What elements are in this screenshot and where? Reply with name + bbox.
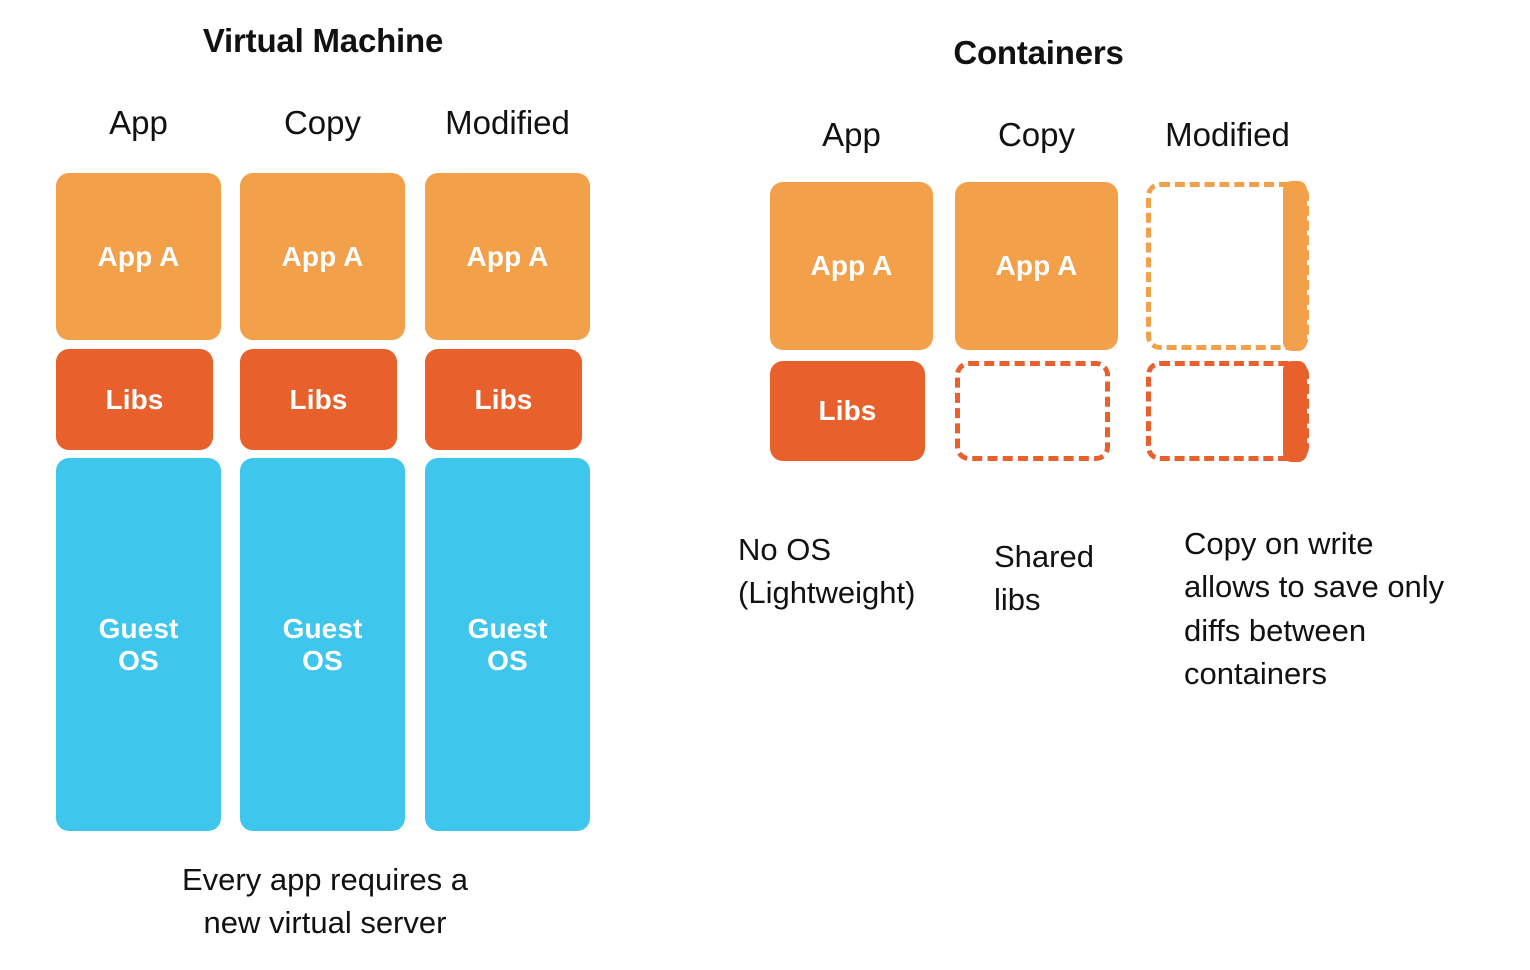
containers-caption-cow-line2: allows to save only bbox=[1184, 569, 1445, 605]
vm-column-label-copy: Copy bbox=[283, 104, 362, 141]
vm-caption-line2: new virtual server bbox=[203, 905, 447, 941]
containers-col3-app-diff-strip bbox=[1283, 181, 1307, 351]
containers-caption-no-os-line2: (Lightweight) bbox=[738, 575, 916, 611]
vm-column-label-app: App bbox=[109, 104, 168, 141]
vm-col1-libs-label: Libs bbox=[105, 383, 164, 415]
containers-col1-app-block: App A bbox=[770, 182, 933, 350]
containers-col1-libs-block: Libs bbox=[770, 361, 925, 461]
containers-col2-app-label: App A bbox=[995, 250, 1078, 282]
vm-col3-guest-os-line2: OS bbox=[487, 644, 528, 676]
vm-col1-guest-os-line2: OS bbox=[118, 644, 159, 676]
vm-col1-app-block: App A bbox=[56, 173, 221, 340]
vm-col2-guest-os-line1: Guest bbox=[282, 613, 363, 645]
containers-col1-app-label: App A bbox=[810, 250, 893, 282]
vm-col2-app-block: App A bbox=[240, 173, 405, 340]
containers-caption-no-os: No OS (Lightweight) bbox=[738, 528, 984, 615]
vm-col3-app-label: App A bbox=[466, 240, 549, 272]
vm-col2-app-label: App A bbox=[281, 240, 364, 272]
containers-caption-cow-line1: Copy on write bbox=[1184, 526, 1374, 561]
vm-caption-line1: Every app requires a bbox=[181, 862, 469, 897]
vm-col3-guest-os-block: Guest OS bbox=[425, 458, 590, 831]
vm-col2-libs-label: Libs bbox=[289, 383, 348, 415]
vm-col3-libs-block: Libs bbox=[425, 349, 582, 450]
vm-col3-guest-os-line1: Guest bbox=[467, 613, 548, 645]
containers-col3-libs-diff-strip bbox=[1283, 361, 1307, 462]
vm-col1-guest-os-line1: Guest bbox=[98, 613, 179, 645]
vm-caption: Every app requires a new virtual server bbox=[110, 858, 540, 945]
containers-caption-cow-line3: diffs between bbox=[1184, 612, 1367, 648]
vm-col2-guest-os-block: Guest OS bbox=[240, 458, 405, 831]
containers-caption-shared-libs: Shared libs bbox=[994, 535, 1164, 622]
diagram-canvas: Virtual Machine App Copy Modified App A … bbox=[0, 0, 1530, 970]
containers-caption-shared-libs-line2: libs bbox=[994, 582, 1041, 618]
containers-column-label-copy: Copy bbox=[997, 116, 1076, 153]
vm-column-label-modified: Modified bbox=[445, 104, 570, 141]
containers-col2-libs-ghost-block bbox=[955, 361, 1110, 461]
vm-col1-guest-os-label: Guest OS bbox=[99, 613, 179, 676]
containers-panel-title: Containers bbox=[953, 34, 1124, 71]
vm-col1-guest-os-block: Guest OS bbox=[56, 458, 221, 831]
containers-caption-no-os-line1: No OS bbox=[738, 532, 832, 567]
vm-col1-libs-block: Libs bbox=[56, 349, 213, 450]
containers-col2-app-block: App A bbox=[955, 182, 1118, 350]
virtual-machine-panel-title: Virtual Machine bbox=[202, 22, 444, 59]
vm-col1-app-label: App A bbox=[97, 240, 180, 272]
vm-col2-libs-block: Libs bbox=[240, 349, 397, 450]
vm-col3-libs-label: Libs bbox=[474, 383, 533, 415]
vm-col2-guest-os-line2: OS bbox=[302, 644, 343, 676]
containers-col1-libs-label: Libs bbox=[818, 395, 877, 427]
containers-column-label-modified: Modified bbox=[1165, 116, 1290, 153]
containers-caption-cow-line4: containers bbox=[1184, 656, 1328, 692]
vm-col3-app-block: App A bbox=[425, 173, 590, 340]
containers-column-label-app: App bbox=[822, 116, 881, 153]
containers-caption-shared-libs-line1: Shared bbox=[994, 539, 1094, 574]
containers-caption-copy-on-write: Copy on write allows to save only diffs … bbox=[1184, 522, 1524, 696]
vm-col2-guest-os-label: Guest OS bbox=[283, 613, 363, 676]
vm-col3-guest-os-label: Guest OS bbox=[468, 613, 548, 676]
